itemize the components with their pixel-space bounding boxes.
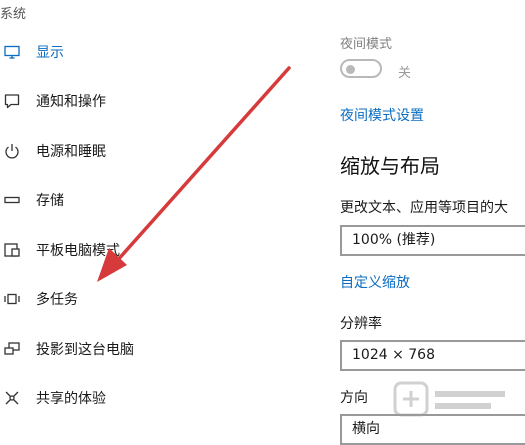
multitasking-icon (2, 289, 22, 309)
nav-item-multitasking[interactable]: 多任务 (0, 275, 320, 325)
toggle-knob (346, 64, 355, 74)
custom-scale-link[interactable]: 自定义缩放 (340, 272, 410, 292)
nav-label-project: 投影到这台电脑 (36, 341, 134, 358)
display-settings-panel: 夜间模式 关 夜间模式设置 缩放与布局 更改文本、应用等项目的大 100% (推… (340, 0, 525, 445)
orientation-dropdown[interactable]: 横向 (340, 414, 525, 445)
nav-label-power: 电源和睡眠 (36, 143, 106, 160)
nav-item-display[interactable]: 显示 (0, 27, 320, 77)
notification-icon (2, 91, 22, 111)
monitor-icon (2, 42, 22, 62)
nav-label-notifications: 通知和操作 (36, 94, 106, 111)
scale-dropdown[interactable]: 100% (推荐) (340, 225, 525, 256)
night-mode-toggle[interactable] (340, 59, 382, 78)
nav-item-storage[interactable]: 存储 (0, 176, 320, 226)
nav-label-tablet-mode: 平板电脑模式 (36, 242, 120, 259)
nav-item-notifications[interactable]: 通知和操作 (0, 77, 320, 127)
project-icon (2, 339, 22, 359)
scale-label: 更改文本、应用等项目的大 (340, 200, 508, 216)
resolution-label: 分辨率 (340, 316, 382, 332)
nav-label-shared-experience: 共享的体验 (36, 391, 106, 408)
nav-label-multitasking: 多任务 (36, 292, 78, 309)
scale-layout-heading: 缩放与布局 (340, 154, 440, 178)
nav-item-tablet-mode[interactable]: 平板电脑模式 (0, 225, 320, 275)
nav-item-project[interactable]: 投影到这台电脑 (0, 324, 320, 374)
nav-label-display: 显示 (36, 44, 64, 61)
night-mode-toggle-state: 关 (398, 66, 412, 81)
orientation-label: 方向 (340, 390, 368, 406)
settings-nav: 显示 通知和操作 电源和睡眠 存储 平板电脑模式 多任务 投影到这台电脑 共享的… (0, 27, 320, 423)
tablet-mode-icon (2, 240, 22, 260)
nav-label-storage: 存储 (36, 193, 64, 210)
night-mode-label: 夜间模式 (340, 37, 393, 52)
storage-icon (2, 190, 22, 210)
nav-item-power[interactable]: 电源和睡眠 (0, 126, 320, 176)
nav-item-shared-experience[interactable]: 共享的体验 (0, 374, 320, 424)
section-title: 系统 (0, 7, 27, 22)
resolution-dropdown[interactable]: 1024 × 768 (340, 340, 525, 371)
night-mode-settings-link[interactable]: 夜间模式设置 (340, 105, 424, 125)
power-icon (2, 141, 22, 161)
shared-experience-icon (2, 388, 22, 408)
